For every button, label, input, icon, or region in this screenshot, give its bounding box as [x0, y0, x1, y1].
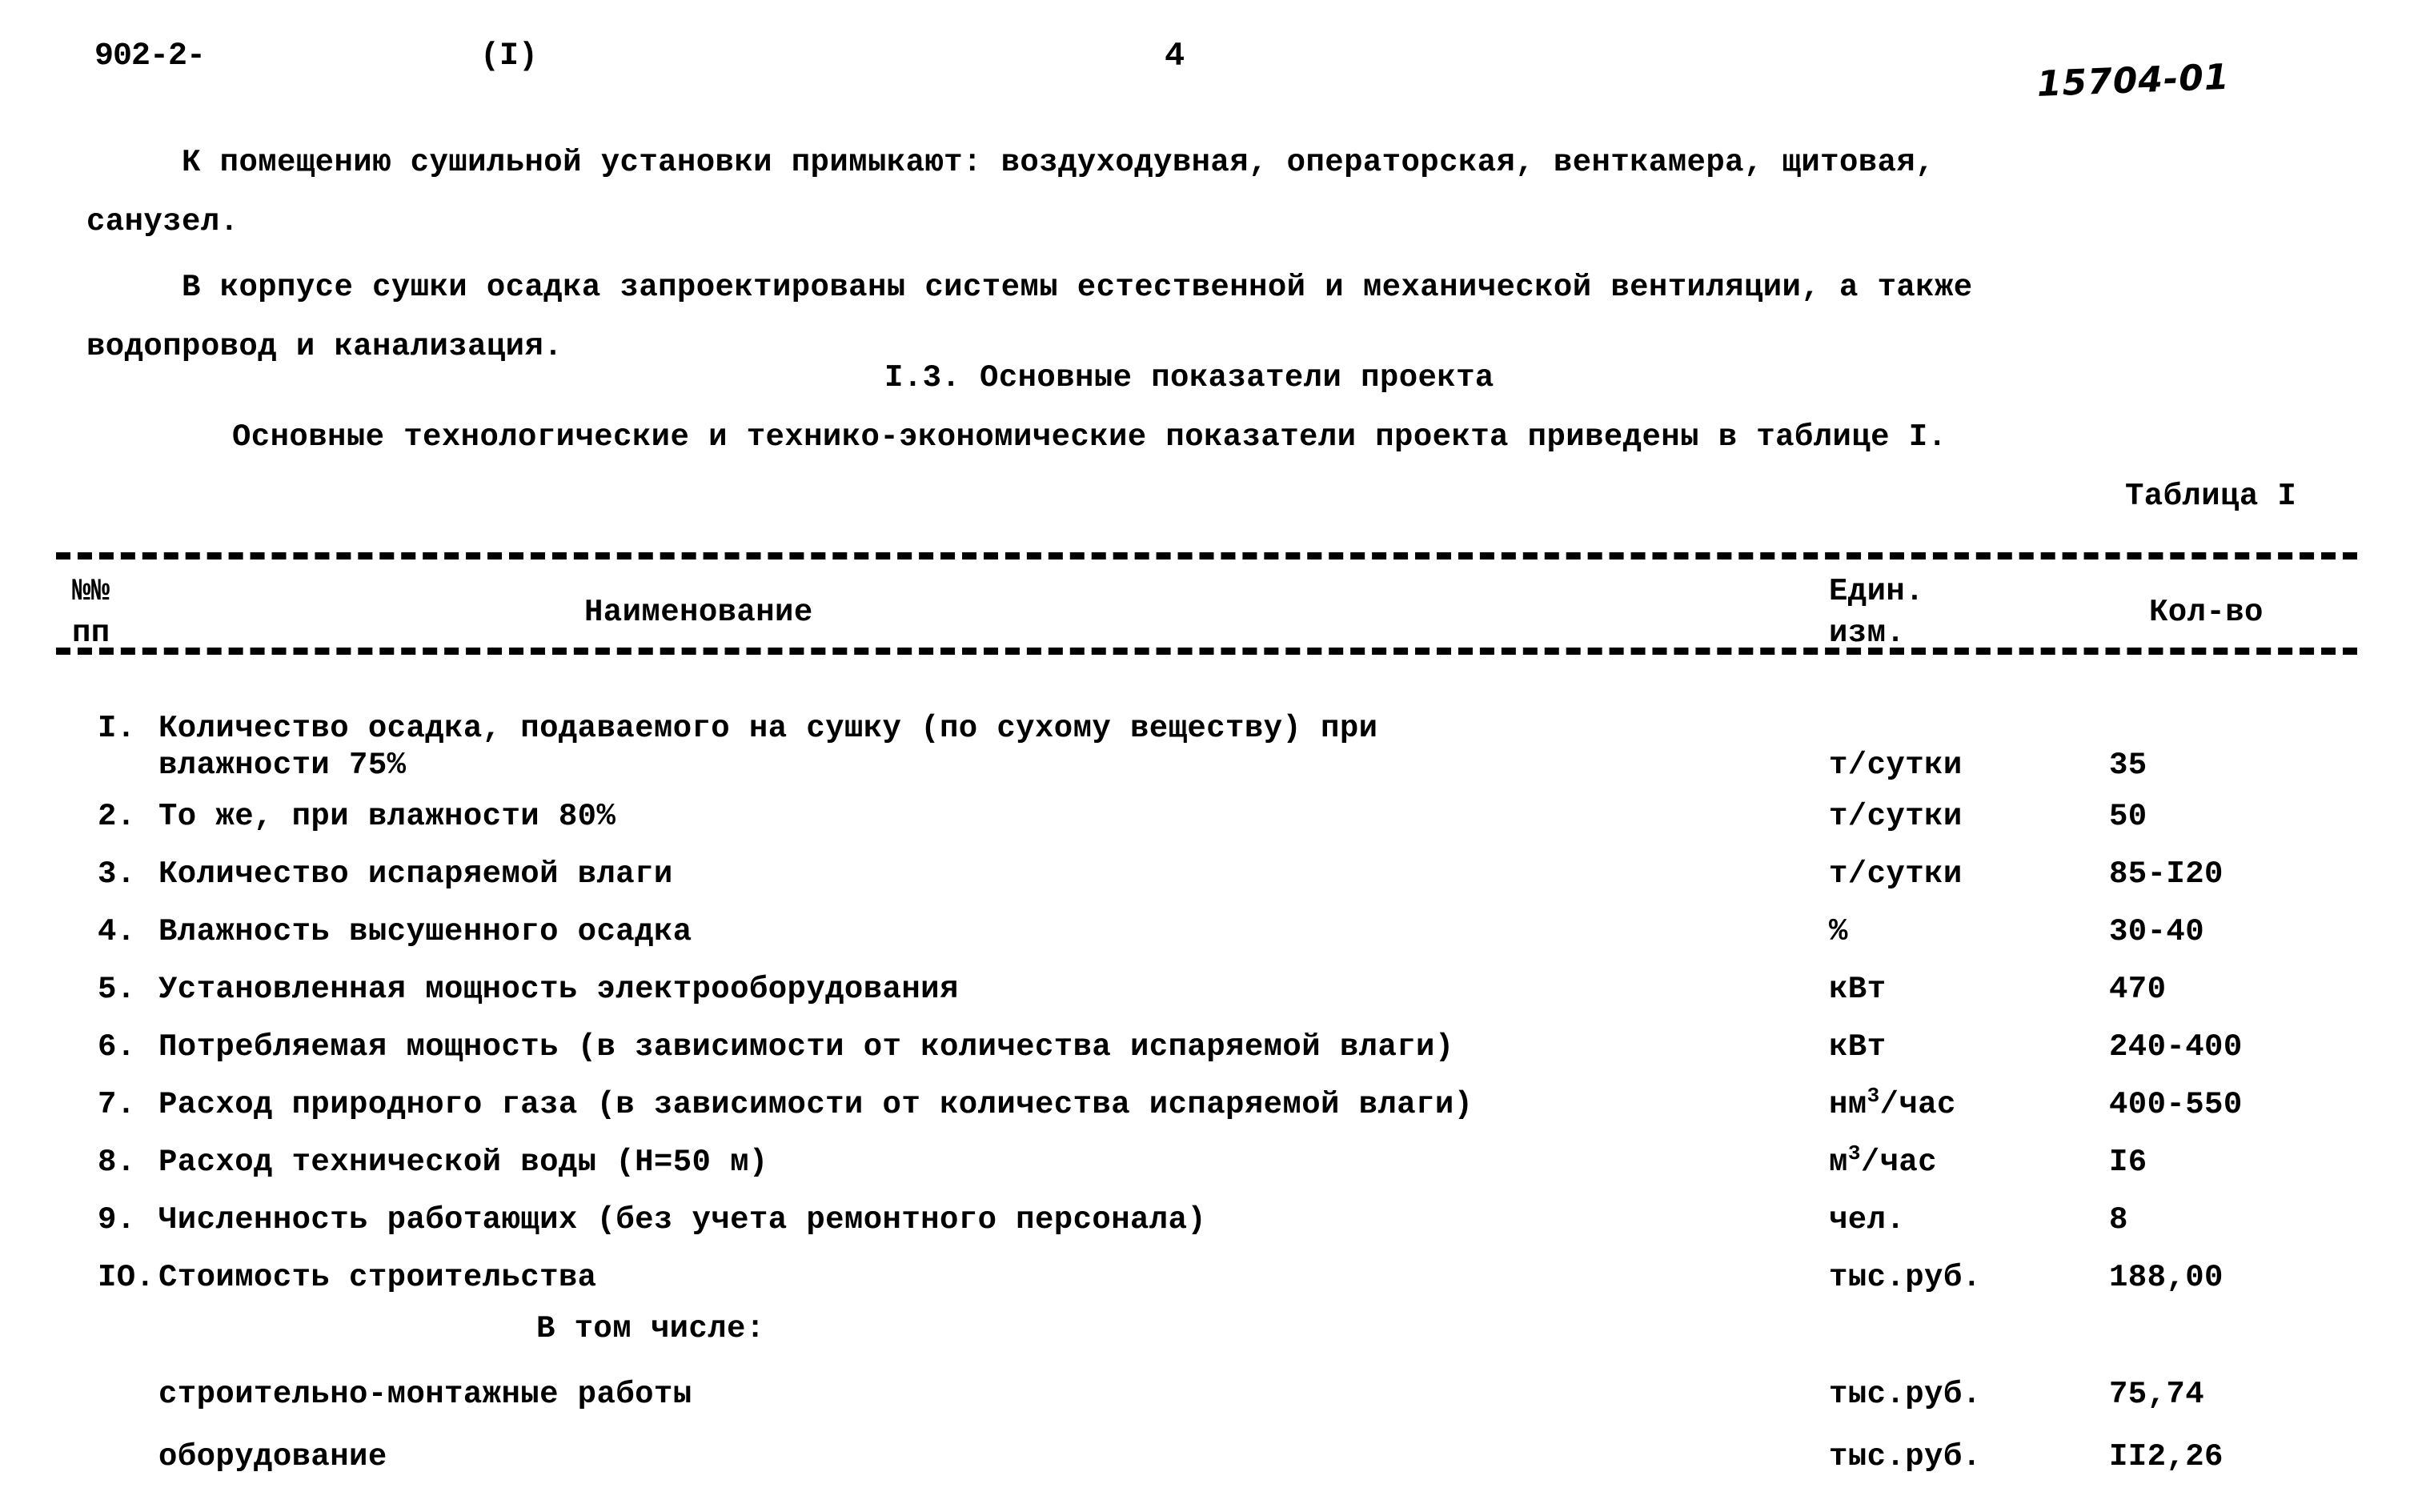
- subtotal-heading: В том числе:: [536, 1311, 765, 1346]
- row-quantity: I6: [2109, 1145, 2147, 1180]
- row-unit-exponent: 3: [1867, 1084, 1880, 1108]
- row-number: IO.: [98, 1260, 155, 1295]
- column-header-unit: Един. изм.: [1829, 574, 1925, 651]
- row-quantity: 240-400: [2109, 1029, 2243, 1065]
- table-row: 3. Количество испаряемой влаги т/сутки 8…: [56, 856, 2357, 906]
- column-header-no: №№ пп: [72, 574, 110, 651]
- table-row: 7. Расход природного газа (в зависимости…: [56, 1084, 2357, 1137]
- row-name: Количество осадка, подаваемого на сушку …: [158, 711, 1378, 746]
- row-name: Количество испаряемой влаги: [158, 856, 673, 892]
- row-unit-base: м: [1829, 1145, 1848, 1180]
- row-name: Численность работающих (без учета ремонт…: [158, 1202, 1207, 1237]
- row-name-continued: влажности 75%: [158, 748, 407, 783]
- column-header-name: Наименование: [584, 595, 813, 630]
- row-number: 9.: [98, 1202, 136, 1237]
- row-number: 3.: [98, 856, 136, 892]
- row-unit: нм3/час: [1829, 1084, 1956, 1122]
- row-quantity: 35: [2109, 748, 2147, 783]
- row-quantity: 8: [2109, 1202, 2128, 1237]
- table-row: 4. Влажность высушенного осадка % 30-40: [56, 914, 2357, 964]
- table-row: строительно-монтажные работы тыс.руб. 75…: [56, 1377, 2357, 1426]
- row-quantity: 470: [2109, 972, 2167, 1007]
- row-number: 7.: [98, 1087, 136, 1122]
- row-name: Влажность высушенного осадка: [158, 914, 692, 949]
- row-name: оборудование: [158, 1439, 387, 1474]
- row-unit: тыс.руб.: [1829, 1377, 1982, 1412]
- row-unit: %: [1829, 914, 1848, 949]
- row-number: 4.: [98, 914, 136, 949]
- document-code: 902-2-: [94, 38, 206, 74]
- row-unit: кВт: [1829, 972, 1887, 1007]
- document-part-number: (I): [480, 38, 539, 74]
- table-row: 2. То же, при влажности 80% т/сутки 50: [56, 799, 2357, 848]
- row-quantity: 50: [2109, 799, 2147, 834]
- table-row: 8. Расход технической воды (H=50 м) м3/ч…: [56, 1143, 2357, 1194]
- paragraph-1: К помещению сушильной установки примыкаю…: [86, 145, 1935, 239]
- table-top-rule: [56, 552, 2357, 559]
- row-number: 8.: [98, 1145, 136, 1180]
- row-quantity: 75,74: [2109, 1377, 2205, 1412]
- section-heading: I.3. Основные показатели проекта: [884, 360, 1494, 395]
- table-row: 9. Численность работающих (без учета рем…: [56, 1202, 2357, 1252]
- table-row: IO. Стоимость строительства тыс.руб. 188…: [56, 1260, 2357, 1309]
- handwritten-archive-number: 15704-01: [2036, 56, 2231, 105]
- row-unit: кВт: [1829, 1029, 1887, 1065]
- row-name: То же, при влажности 80%: [158, 799, 616, 834]
- table-caption: Таблица I: [2125, 479, 2297, 514]
- row-name: Потребляемая мощность (в зависимости от …: [158, 1029, 1454, 1065]
- section-intro-text: Основные технологические и технико-эконо…: [232, 419, 1947, 455]
- table-header-row: №№ пп Наименование Един. изм. Кол-во: [56, 559, 2357, 651]
- row-unit-base: нм: [1829, 1087, 1867, 1122]
- row-name: Расход природного газа (в зависимости от…: [158, 1087, 1474, 1122]
- row-name: строительно-монтажные работы: [158, 1377, 692, 1412]
- row-unit: т/сутки: [1829, 799, 1963, 834]
- table-row: оборудование тыс.руб. II2,26: [56, 1439, 2357, 1489]
- row-unit-suffix: /час: [1879, 1087, 1956, 1122]
- row-quantity: 30-40: [2109, 914, 2205, 949]
- row-unit: тыс.руб.: [1829, 1260, 1982, 1295]
- row-name: Установленная мощность электрооборудован…: [158, 972, 959, 1007]
- row-number: I.: [98, 711, 136, 746]
- paragraph-2: В корпусе сушки осадка запроектированы с…: [86, 270, 1973, 364]
- row-number: 2.: [98, 799, 136, 834]
- row-quantity: II2,26: [2109, 1439, 2224, 1474]
- row-unit: т/сутки: [1829, 748, 1963, 783]
- table-header-rule: [56, 648, 2357, 655]
- row-unit: тыс.руб.: [1829, 1439, 1982, 1474]
- row-number: 5.: [98, 972, 136, 1007]
- row-unit-exponent: 3: [1847, 1141, 1861, 1165]
- table-row: 6. Потребляемая мощность (в зависимости …: [56, 1029, 2357, 1079]
- row-quantity: 400-550: [2109, 1087, 2243, 1122]
- row-unit: т/сутки: [1829, 856, 1963, 892]
- row-unit: чел.: [1829, 1202, 1906, 1237]
- row-quantity: 188,00: [2109, 1260, 2224, 1295]
- row-name: Стоимость строительства: [158, 1260, 597, 1295]
- indicators-table: №№ пп Наименование Един. изм. Кол-во I. …: [56, 552, 2357, 1479]
- column-header-quantity: Кол-во: [2149, 595, 2264, 630]
- table-body: I. Количество осадка, подаваемого на суш…: [56, 679, 2357, 1479]
- row-unit: м3/час: [1829, 1143, 1938, 1180]
- row-name: Расход технической воды (H=50 м): [158, 1145, 768, 1180]
- page-number: 4: [1165, 37, 1185, 75]
- table-row: I. Количество осадка, подаваемого на суш…: [56, 711, 2357, 783]
- row-unit-suffix: /час: [1860, 1145, 1938, 1180]
- row-quantity: 85-I20: [2109, 856, 2224, 892]
- row-number: 6.: [98, 1029, 136, 1065]
- document-page: 902-2- (I) 4 15704-01 К помещению сушиль…: [0, 0, 2410, 1512]
- table-row: 5. Установленная мощность электрооборудо…: [56, 972, 2357, 1021]
